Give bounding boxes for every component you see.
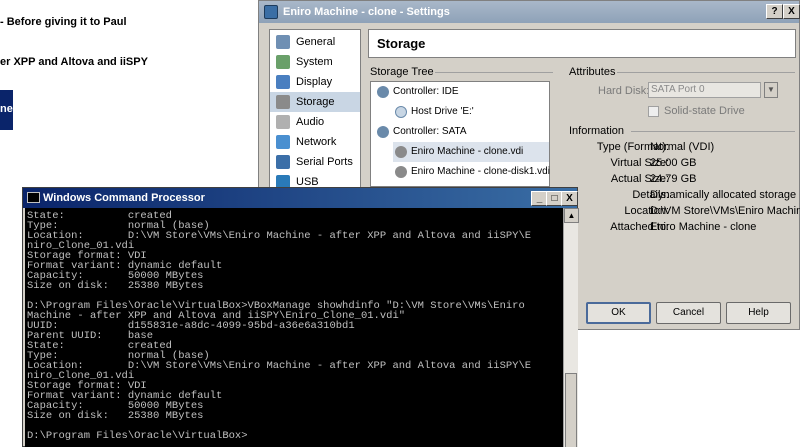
attributes-label: Attributes (569, 66, 616, 78)
network-icon (276, 135, 290, 149)
info-value: Dynamically allocated storage (650, 189, 797, 201)
cmd-title: Windows Command Processor (43, 192, 205, 204)
hard-disk-label: Hard Disk: (598, 85, 650, 97)
tree-item-controller-ide[interactable]: Controller: IDE (375, 82, 459, 102)
command-prompt-window: Windows Command Processor _ □ X State: c… (22, 187, 579, 447)
cancel-button[interactable]: Cancel (656, 302, 721, 324)
list-item-selected[interactable]: ne (0, 90, 13, 130)
sidebar-item-serial-ports[interactable]: Serial Ports (270, 152, 360, 172)
solid-state-checkbox[interactable] (648, 106, 659, 117)
chevron-down-icon[interactable]: ▼ (764, 82, 778, 98)
sidebar-item-system[interactable]: System (270, 52, 360, 72)
sidebar-item-display[interactable]: Display (270, 72, 360, 92)
page-title: Storage (368, 29, 796, 58)
close-title-button[interactable]: X (783, 4, 800, 19)
display-icon (276, 75, 290, 89)
hard-disk-icon (395, 166, 407, 178)
general-icon (276, 35, 290, 49)
scroll-up-icon[interactable]: ▲ (564, 208, 579, 223)
cd-icon (395, 106, 407, 118)
info-value: 24.79 GB (650, 173, 697, 185)
sidebar-item-storage[interactable]: Storage (270, 92, 360, 112)
info-value: Eniro Machine - clone (650, 221, 757, 233)
divider (631, 131, 795, 132)
list-item[interactable]: er XPP and Altova and iiSPY (0, 52, 148, 72)
list-item[interactable]: - Before giving it to Paul (0, 12, 127, 32)
tree-item-controller-sata[interactable]: Controller: SATA (375, 122, 467, 142)
help-button[interactable]: Help (726, 302, 791, 324)
console-line: Size on disk: 25380 MBytes (27, 280, 204, 292)
controller-icon (377, 126, 389, 138)
controller-icon (377, 86, 389, 98)
storage-tree-label: Storage Tree (370, 66, 434, 78)
sidebar-item-general[interactable]: General (270, 32, 360, 52)
settings-sidebar: General System Display Storage Audio Net… (269, 29, 361, 193)
information-label: Information (569, 125, 625, 137)
sidebar-item-audio[interactable]: Audio (270, 112, 360, 132)
hard-disk-select[interactable]: SATA Port 0 (648, 82, 761, 98)
system-icon (276, 55, 290, 69)
vertical-scrollbar[interactable]: ▲ (563, 208, 579, 447)
console-icon (27, 192, 40, 203)
close-button[interactable]: X (561, 191, 578, 206)
divider (435, 72, 553, 73)
tree-item-host-drive[interactable]: Host Drive 'E:' (393, 102, 474, 122)
audio-icon (276, 115, 290, 129)
help-title-button[interactable]: ? (766, 4, 783, 19)
serial-port-icon (276, 155, 290, 169)
solid-state-label: Solid-state Drive (664, 105, 745, 117)
storage-icon (276, 95, 290, 109)
hard-disk-icon (395, 146, 407, 158)
dialog-title: Eniro Machine - clone - Settings (283, 6, 450, 18)
virtualbox-icon (264, 5, 278, 19)
tree-item-disk-clone-disk1[interactable]: Eniro Machine - clone-disk1.vdi (393, 162, 550, 182)
info-value: Normal (VDI) (650, 141, 715, 153)
divider (617, 72, 795, 73)
console-output[interactable]: State: created Type: normal (base) Locatio… (25, 208, 563, 447)
sidebar-item-network[interactable]: Network (270, 132, 360, 152)
cmd-titlebar[interactable]: Windows Command Processor _ □ X (23, 188, 578, 208)
console-line: Size on disk: 25380 MBytes (27, 410, 204, 422)
ok-button[interactable]: OK (586, 302, 651, 324)
console-line: D:\Program Files\Oracle\VirtualBox> (27, 430, 248, 442)
info-value: 25.00 GB (650, 157, 697, 169)
tree-item-disk-clone[interactable]: Eniro Machine - clone.vdi (393, 142, 549, 162)
scrollbar-thumb[interactable] (565, 373, 577, 447)
dialog-titlebar[interactable]: Eniro Machine - clone - Settings ? X (259, 1, 800, 23)
info-value: D:\VM Store\VMs\Eniro Machine ... (650, 205, 800, 217)
storage-tree: Controller: IDE Host Drive 'E:' Controll… (370, 81, 550, 187)
